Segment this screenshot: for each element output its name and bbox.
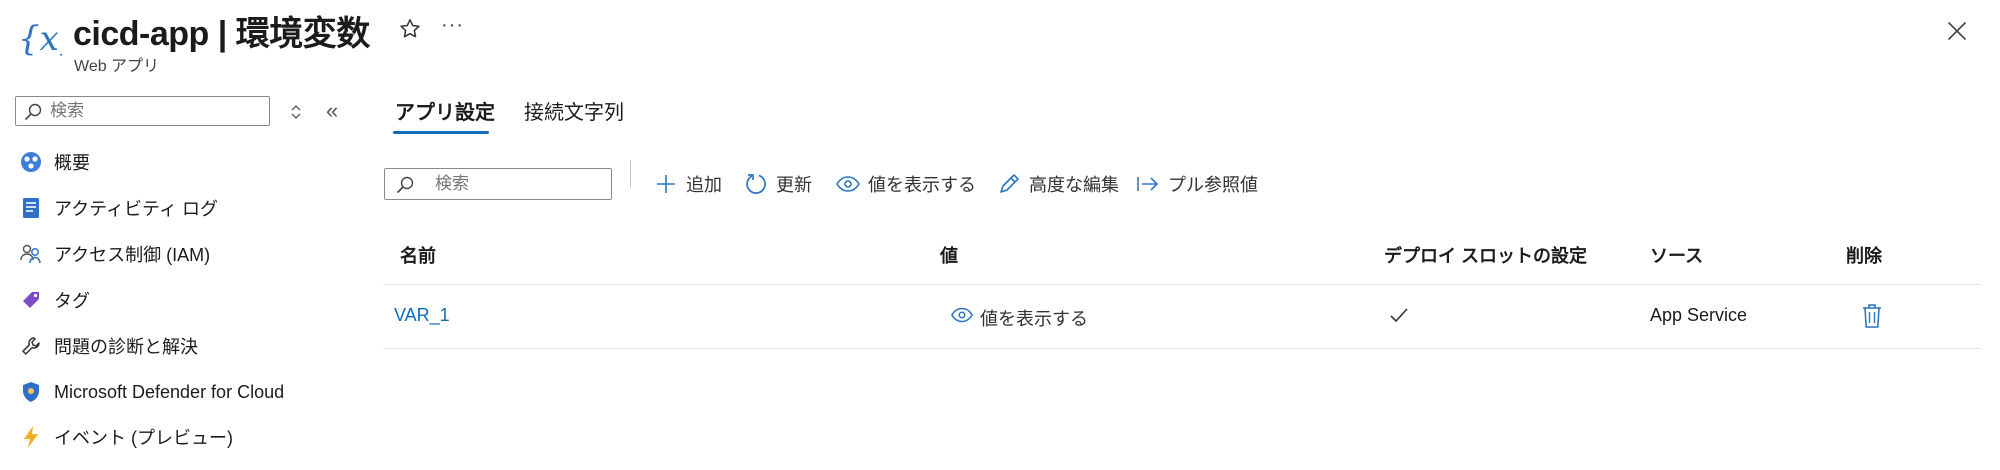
trash-icon[interactable]: [1861, 302, 1883, 330]
show-values-button[interactable]: 値を表示する: [834, 168, 976, 200]
sidebar-item-label: アクティビティ ログ: [54, 199, 218, 219]
svg-text:{x}: {x}: [18, 19, 62, 59]
overview-icon: [18, 149, 44, 175]
source-cell: App Service: [1650, 305, 1748, 325]
add-button[interactable]: 追加: [652, 168, 722, 200]
sidebar-item-defender[interactable]: Microsoft Defender for Cloud: [18, 374, 284, 410]
sidebar-item-activity-log[interactable]: アクティビティ ログ: [18, 190, 218, 226]
sort-updown-icon[interactable]: [288, 102, 304, 122]
tag-icon: [18, 287, 44, 313]
filter-search-input[interactable]: [435, 169, 605, 199]
column-header-name: 名前: [400, 246, 436, 266]
more-options-button[interactable]: ···: [441, 14, 464, 37]
refresh-button[interactable]: 更新: [742, 168, 812, 200]
row-divider: [383, 348, 1980, 349]
defender-shield-icon: [18, 379, 44, 405]
sidebar-item-events[interactable]: イベント (プレビュー): [18, 419, 233, 455]
setting-name-link[interactable]: VAR_1: [394, 305, 450, 326]
star-icon[interactable]: [397, 16, 423, 42]
column-header-delete: 削除: [1846, 246, 1882, 266]
toolbar-divider: [630, 160, 631, 188]
checkmark-icon: [1388, 304, 1410, 326]
collapse-sidebar-button[interactable]: «: [326, 98, 338, 124]
close-icon[interactable]: [1944, 18, 1970, 44]
pull-reference-button[interactable]: プル参照値: [1134, 168, 1258, 200]
active-tab-indicator: [393, 131, 489, 134]
column-header-value: 値: [940, 246, 958, 266]
pull-reference-label: プル参照値: [1168, 175, 1258, 195]
variable-braces-icon: {x}: [16, 14, 80, 60]
iam-icon: [18, 241, 44, 267]
eye-icon: [950, 303, 974, 332]
refresh-icon: [742, 170, 770, 198]
sidebar-item-overview[interactable]: 概要: [18, 144, 90, 180]
refresh-label: 更新: [776, 175, 812, 195]
lightning-icon: [18, 424, 44, 450]
show-value-button[interactable]: 値を表示する: [950, 303, 1088, 332]
header-divider: [383, 284, 1980, 285]
sidebar-item-label: イベント (プレビュー): [54, 428, 233, 448]
column-header-slot-setting: デプロイ スロットの設定: [1384, 246, 1587, 266]
sidebar-item-iam[interactable]: アクセス制御 (IAM): [18, 236, 210, 272]
page-subtitle: Web アプリ: [74, 58, 160, 75]
sidebar-item-label: Microsoft Defender for Cloud: [54, 381, 285, 402]
filter-search-field[interactable]: [384, 168, 612, 200]
eye-icon: [834, 170, 862, 198]
show-value-label: 値を表示する: [980, 308, 1088, 329]
sidebar-item-label: 概要: [54, 153, 90, 173]
sidebar-item-diagnose[interactable]: 問題の診断と解決: [18, 328, 198, 364]
column-header-source: ソース: [1650, 246, 1704, 266]
tab-app-settings[interactable]: アプリ設定: [395, 96, 495, 125]
sidebar-item-label: 問題の診断と解決: [54, 337, 198, 357]
tab-connection-strings[interactable]: 接続文字列: [524, 96, 624, 125]
plus-icon: [652, 170, 680, 198]
sidebar-item-label: アクセス制御 (IAM): [54, 245, 211, 265]
page-title: cicd-app | 環境変数: [73, 15, 370, 53]
activity-log-icon: [18, 195, 44, 221]
search-icon: [395, 175, 415, 195]
show-values-label: 値を表示する: [868, 175, 976, 195]
sidebar-item-label: タグ: [54, 291, 90, 311]
wrench-icon: [18, 333, 44, 359]
add-label: 追加: [686, 175, 722, 195]
advanced-edit-label: 高度な編集: [1029, 175, 1119, 195]
sidebar-search-field[interactable]: [15, 96, 270, 126]
sidebar-search-input[interactable]: [50, 97, 260, 125]
pencil-icon: [995, 170, 1023, 198]
sidebar-item-tags[interactable]: タグ: [18, 282, 90, 318]
arrow-to-right-icon: [1134, 170, 1162, 198]
advanced-edit-button[interactable]: 高度な編集: [995, 168, 1119, 200]
search-icon: [23, 102, 43, 122]
